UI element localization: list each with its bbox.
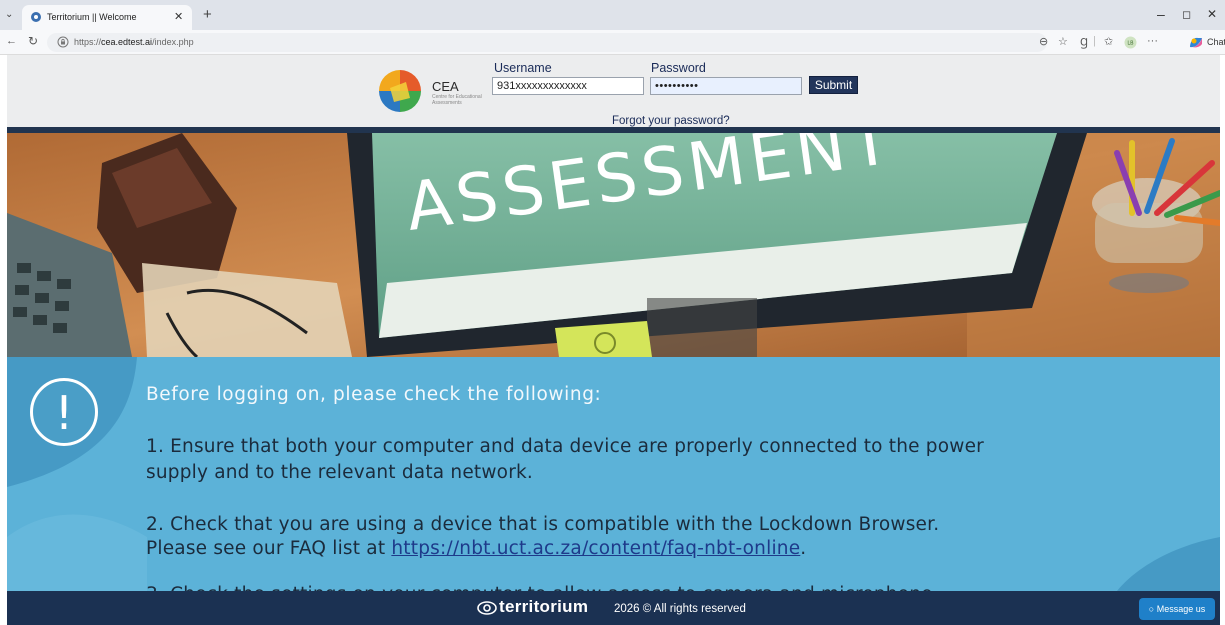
- notice-item-1-line-2: supply and to the relevant data network.: [146, 462, 534, 483]
- back-icon[interactable]: ←: [6, 35, 17, 47]
- favorite-icon[interactable]: ☆: [1058, 35, 1068, 48]
- notice-item-1-line-1: 1. Ensure that both your computer and da…: [146, 436, 984, 457]
- tab-close-icon[interactable]: ✕: [174, 10, 183, 23]
- toolbar-divider: |: [1093, 35, 1096, 47]
- forgot-password-link[interactable]: Forgot your password?: [612, 115, 730, 127]
- zoom-icon[interactable]: ⊖: [1039, 35, 1048, 48]
- logo-name: CEA: [432, 79, 459, 94]
- copilot-icon: [1190, 37, 1202, 48]
- exclamation-icon: !: [54, 386, 74, 440]
- favorites-bar-icon[interactable]: ✩: [1104, 35, 1113, 48]
- browser-tab-bar: ⌄ Territorium || Welcome ✕ + – ◻ ✕: [0, 0, 1225, 30]
- notice-item-2-line-1: 2. Check that you are using a device tha…: [146, 514, 940, 535]
- username-field[interactable]: [492, 77, 644, 95]
- browser-tab-active[interactable]: Territorium || Welcome ✕: [22, 5, 192, 30]
- footer-copyright: 2026 © All rights reserved: [614, 603, 746, 615]
- more-icon[interactable]: ···: [1147, 35, 1158, 47]
- reload-icon[interactable]: ↻: [28, 34, 38, 48]
- tab-favicon-icon: [31, 12, 41, 22]
- tab-title: Territorium || Welcome: [47, 12, 137, 22]
- footer-brand: territorium: [499, 597, 589, 616]
- logo-subtitle: Centre for Educational Assessments: [432, 94, 482, 106]
- extension-icon[interactable]: Ɡ: [1080, 35, 1088, 50]
- hero-banner: ASSESSMENT: [7, 133, 1220, 357]
- url-field[interactable]: https://cea.edtest.ai/index.php: [47, 33, 1047, 52]
- url-text: https://cea.edtest.ai/index.php: [74, 37, 194, 47]
- faq-link[interactable]: https://nbt.uct.ac.za/content/faq-nbt-on…: [391, 538, 800, 559]
- window-restore-icon[interactable]: ◻: [1182, 8, 1191, 21]
- profile-icon[interactable]: LB: [1124, 36, 1137, 49]
- territorium-logo-icon: [477, 601, 497, 615]
- site-footer: territorium 2026 © All rights reserved: [7, 591, 1220, 625]
- copilot-chat-button[interactable]: Chat: [1186, 35, 1225, 50]
- svg-text:LB: LB: [1127, 41, 1134, 47]
- submit-button[interactable]: Submit: [809, 76, 858, 94]
- password-field[interactable]: [650, 77, 802, 95]
- alert-badge: !: [30, 378, 98, 446]
- notice-heading: Before logging on, please check the foll…: [146, 384, 602, 405]
- notice-item-2-line-2: Please see our FAQ list at https://nbt.u…: [146, 538, 807, 559]
- cea-logo-icon: [379, 70, 421, 112]
- username-label: Username: [494, 61, 552, 75]
- window-close-icon[interactable]: ✕: [1207, 7, 1217, 21]
- tab-actions-chevron-icon[interactable]: ⌄: [5, 9, 13, 20]
- new-tab-icon[interactable]: +: [203, 6, 212, 23]
- chat-label: Chat: [1207, 37, 1225, 47]
- window-minimize-icon[interactable]: –: [1157, 6, 1165, 22]
- password-label: Password: [651, 61, 706, 75]
- browser-address-bar: ← ↻ https://cea.edtest.ai/index.php ⊖ ☆ …: [0, 30, 1225, 55]
- lock-icon[interactable]: [57, 36, 69, 48]
- message-us-button[interactable]: ○ Message us: [1139, 598, 1215, 620]
